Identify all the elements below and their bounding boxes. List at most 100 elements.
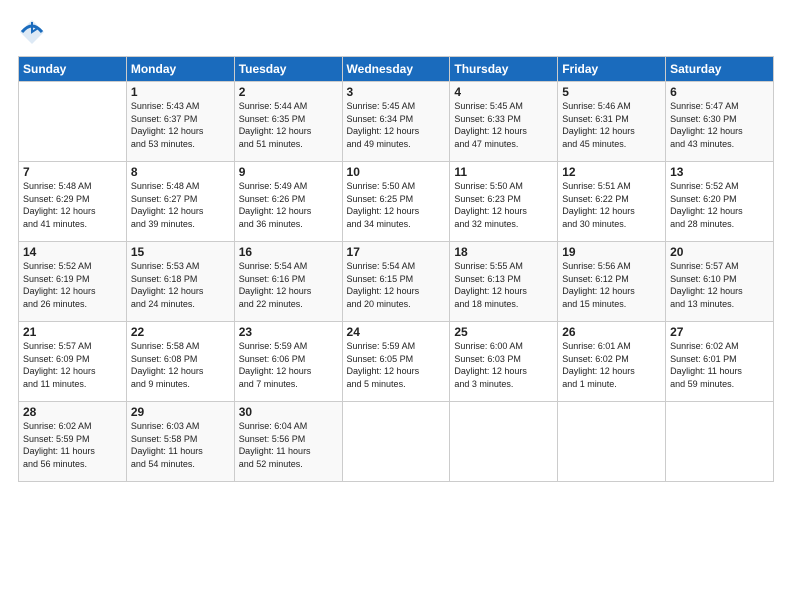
header-cell: Monday [126,57,234,82]
day-info: Sunrise: 5:48 AM Sunset: 6:29 PM Dayligh… [23,180,122,230]
day-info: Sunrise: 5:50 AM Sunset: 6:23 PM Dayligh… [454,180,553,230]
day-cell: 23Sunrise: 5:59 AM Sunset: 6:06 PM Dayli… [234,322,342,402]
day-info: Sunrise: 5:45 AM Sunset: 6:34 PM Dayligh… [347,100,446,150]
logo [18,18,50,46]
day-cell: 26Sunrise: 6:01 AM Sunset: 6:02 PM Dayli… [558,322,666,402]
day-number: 21 [23,325,122,339]
header-row: SundayMondayTuesdayWednesdayThursdayFrid… [19,57,774,82]
page: SundayMondayTuesdayWednesdayThursdayFrid… [0,0,792,612]
day-cell: 18Sunrise: 5:55 AM Sunset: 6:13 PM Dayli… [450,242,558,322]
day-number: 19 [562,245,661,259]
day-info: Sunrise: 5:58 AM Sunset: 6:08 PM Dayligh… [131,340,230,390]
day-info: Sunrise: 5:53 AM Sunset: 6:18 PM Dayligh… [131,260,230,310]
day-number: 18 [454,245,553,259]
day-cell: 30Sunrise: 6:04 AM Sunset: 5:56 PM Dayli… [234,402,342,482]
day-cell [19,82,127,162]
day-number: 23 [239,325,338,339]
day-cell: 14Sunrise: 5:52 AM Sunset: 6:19 PM Dayli… [19,242,127,322]
day-number: 13 [670,165,769,179]
day-number: 9 [239,165,338,179]
day-number: 14 [23,245,122,259]
day-info: Sunrise: 5:51 AM Sunset: 6:22 PM Dayligh… [562,180,661,230]
day-number: 1 [131,85,230,99]
day-number: 26 [562,325,661,339]
day-number: 12 [562,165,661,179]
day-number: 24 [347,325,446,339]
week-row: 1Sunrise: 5:43 AM Sunset: 6:37 PM Daylig… [19,82,774,162]
day-cell: 3Sunrise: 5:45 AM Sunset: 6:34 PM Daylig… [342,82,450,162]
day-info: Sunrise: 5:47 AM Sunset: 6:30 PM Dayligh… [670,100,769,150]
day-number: 30 [239,405,338,419]
day-cell [450,402,558,482]
day-info: Sunrise: 6:03 AM Sunset: 5:58 PM Dayligh… [131,420,230,470]
week-row: 14Sunrise: 5:52 AM Sunset: 6:19 PM Dayli… [19,242,774,322]
day-number: 3 [347,85,446,99]
day-cell: 19Sunrise: 5:56 AM Sunset: 6:12 PM Dayli… [558,242,666,322]
day-info: Sunrise: 5:43 AM Sunset: 6:37 PM Dayligh… [131,100,230,150]
day-cell: 22Sunrise: 5:58 AM Sunset: 6:08 PM Dayli… [126,322,234,402]
day-info: Sunrise: 5:57 AM Sunset: 6:09 PM Dayligh… [23,340,122,390]
day-cell: 28Sunrise: 6:02 AM Sunset: 5:59 PM Dayli… [19,402,127,482]
day-cell: 11Sunrise: 5:50 AM Sunset: 6:23 PM Dayli… [450,162,558,242]
day-number: 29 [131,405,230,419]
day-cell: 12Sunrise: 5:51 AM Sunset: 6:22 PM Dayli… [558,162,666,242]
day-cell: 7Sunrise: 5:48 AM Sunset: 6:29 PM Daylig… [19,162,127,242]
day-number: 7 [23,165,122,179]
day-number: 16 [239,245,338,259]
day-number: 28 [23,405,122,419]
day-info: Sunrise: 5:52 AM Sunset: 6:20 PM Dayligh… [670,180,769,230]
day-cell: 29Sunrise: 6:03 AM Sunset: 5:58 PM Dayli… [126,402,234,482]
day-number: 8 [131,165,230,179]
day-cell [558,402,666,482]
logo-icon [18,18,46,46]
day-number: 27 [670,325,769,339]
day-info: Sunrise: 6:04 AM Sunset: 5:56 PM Dayligh… [239,420,338,470]
day-info: Sunrise: 5:57 AM Sunset: 6:10 PM Dayligh… [670,260,769,310]
day-number: 5 [562,85,661,99]
header-cell: Sunday [19,57,127,82]
day-info: Sunrise: 5:54 AM Sunset: 6:16 PM Dayligh… [239,260,338,310]
day-number: 15 [131,245,230,259]
day-number: 25 [454,325,553,339]
week-row: 21Sunrise: 5:57 AM Sunset: 6:09 PM Dayli… [19,322,774,402]
day-number: 17 [347,245,446,259]
day-cell: 17Sunrise: 5:54 AM Sunset: 6:15 PM Dayli… [342,242,450,322]
day-cell: 5Sunrise: 5:46 AM Sunset: 6:31 PM Daylig… [558,82,666,162]
day-cell: 1Sunrise: 5:43 AM Sunset: 6:37 PM Daylig… [126,82,234,162]
day-cell: 15Sunrise: 5:53 AM Sunset: 6:18 PM Dayli… [126,242,234,322]
day-cell: 27Sunrise: 6:02 AM Sunset: 6:01 PM Dayli… [666,322,774,402]
day-number: 20 [670,245,769,259]
day-cell: 16Sunrise: 5:54 AM Sunset: 6:16 PM Dayli… [234,242,342,322]
header-cell: Tuesday [234,57,342,82]
header-cell: Friday [558,57,666,82]
day-info: Sunrise: 5:54 AM Sunset: 6:15 PM Dayligh… [347,260,446,310]
day-info: Sunrise: 5:48 AM Sunset: 6:27 PM Dayligh… [131,180,230,230]
day-info: Sunrise: 5:59 AM Sunset: 6:05 PM Dayligh… [347,340,446,390]
header-cell: Wednesday [342,57,450,82]
day-info: Sunrise: 6:02 AM Sunset: 5:59 PM Dayligh… [23,420,122,470]
calendar-table: SundayMondayTuesdayWednesdayThursdayFrid… [18,56,774,482]
day-number: 11 [454,165,553,179]
day-info: Sunrise: 5:49 AM Sunset: 6:26 PM Dayligh… [239,180,338,230]
day-info: Sunrise: 5:56 AM Sunset: 6:12 PM Dayligh… [562,260,661,310]
day-info: Sunrise: 5:59 AM Sunset: 6:06 PM Dayligh… [239,340,338,390]
day-cell: 20Sunrise: 5:57 AM Sunset: 6:10 PM Dayli… [666,242,774,322]
day-number: 10 [347,165,446,179]
header-cell: Saturday [666,57,774,82]
day-cell: 10Sunrise: 5:50 AM Sunset: 6:25 PM Dayli… [342,162,450,242]
day-cell: 24Sunrise: 5:59 AM Sunset: 6:05 PM Dayli… [342,322,450,402]
day-cell: 8Sunrise: 5:48 AM Sunset: 6:27 PM Daylig… [126,162,234,242]
day-cell: 25Sunrise: 6:00 AM Sunset: 6:03 PM Dayli… [450,322,558,402]
day-info: Sunrise: 6:01 AM Sunset: 6:02 PM Dayligh… [562,340,661,390]
day-info: Sunrise: 5:44 AM Sunset: 6:35 PM Dayligh… [239,100,338,150]
day-cell: 6Sunrise: 5:47 AM Sunset: 6:30 PM Daylig… [666,82,774,162]
day-cell: 4Sunrise: 5:45 AM Sunset: 6:33 PM Daylig… [450,82,558,162]
day-info: Sunrise: 5:52 AM Sunset: 6:19 PM Dayligh… [23,260,122,310]
day-info: Sunrise: 6:00 AM Sunset: 6:03 PM Dayligh… [454,340,553,390]
day-info: Sunrise: 5:46 AM Sunset: 6:31 PM Dayligh… [562,100,661,150]
header [18,18,774,46]
day-number: 4 [454,85,553,99]
day-cell: 9Sunrise: 5:49 AM Sunset: 6:26 PM Daylig… [234,162,342,242]
day-number: 2 [239,85,338,99]
day-info: Sunrise: 5:45 AM Sunset: 6:33 PM Dayligh… [454,100,553,150]
